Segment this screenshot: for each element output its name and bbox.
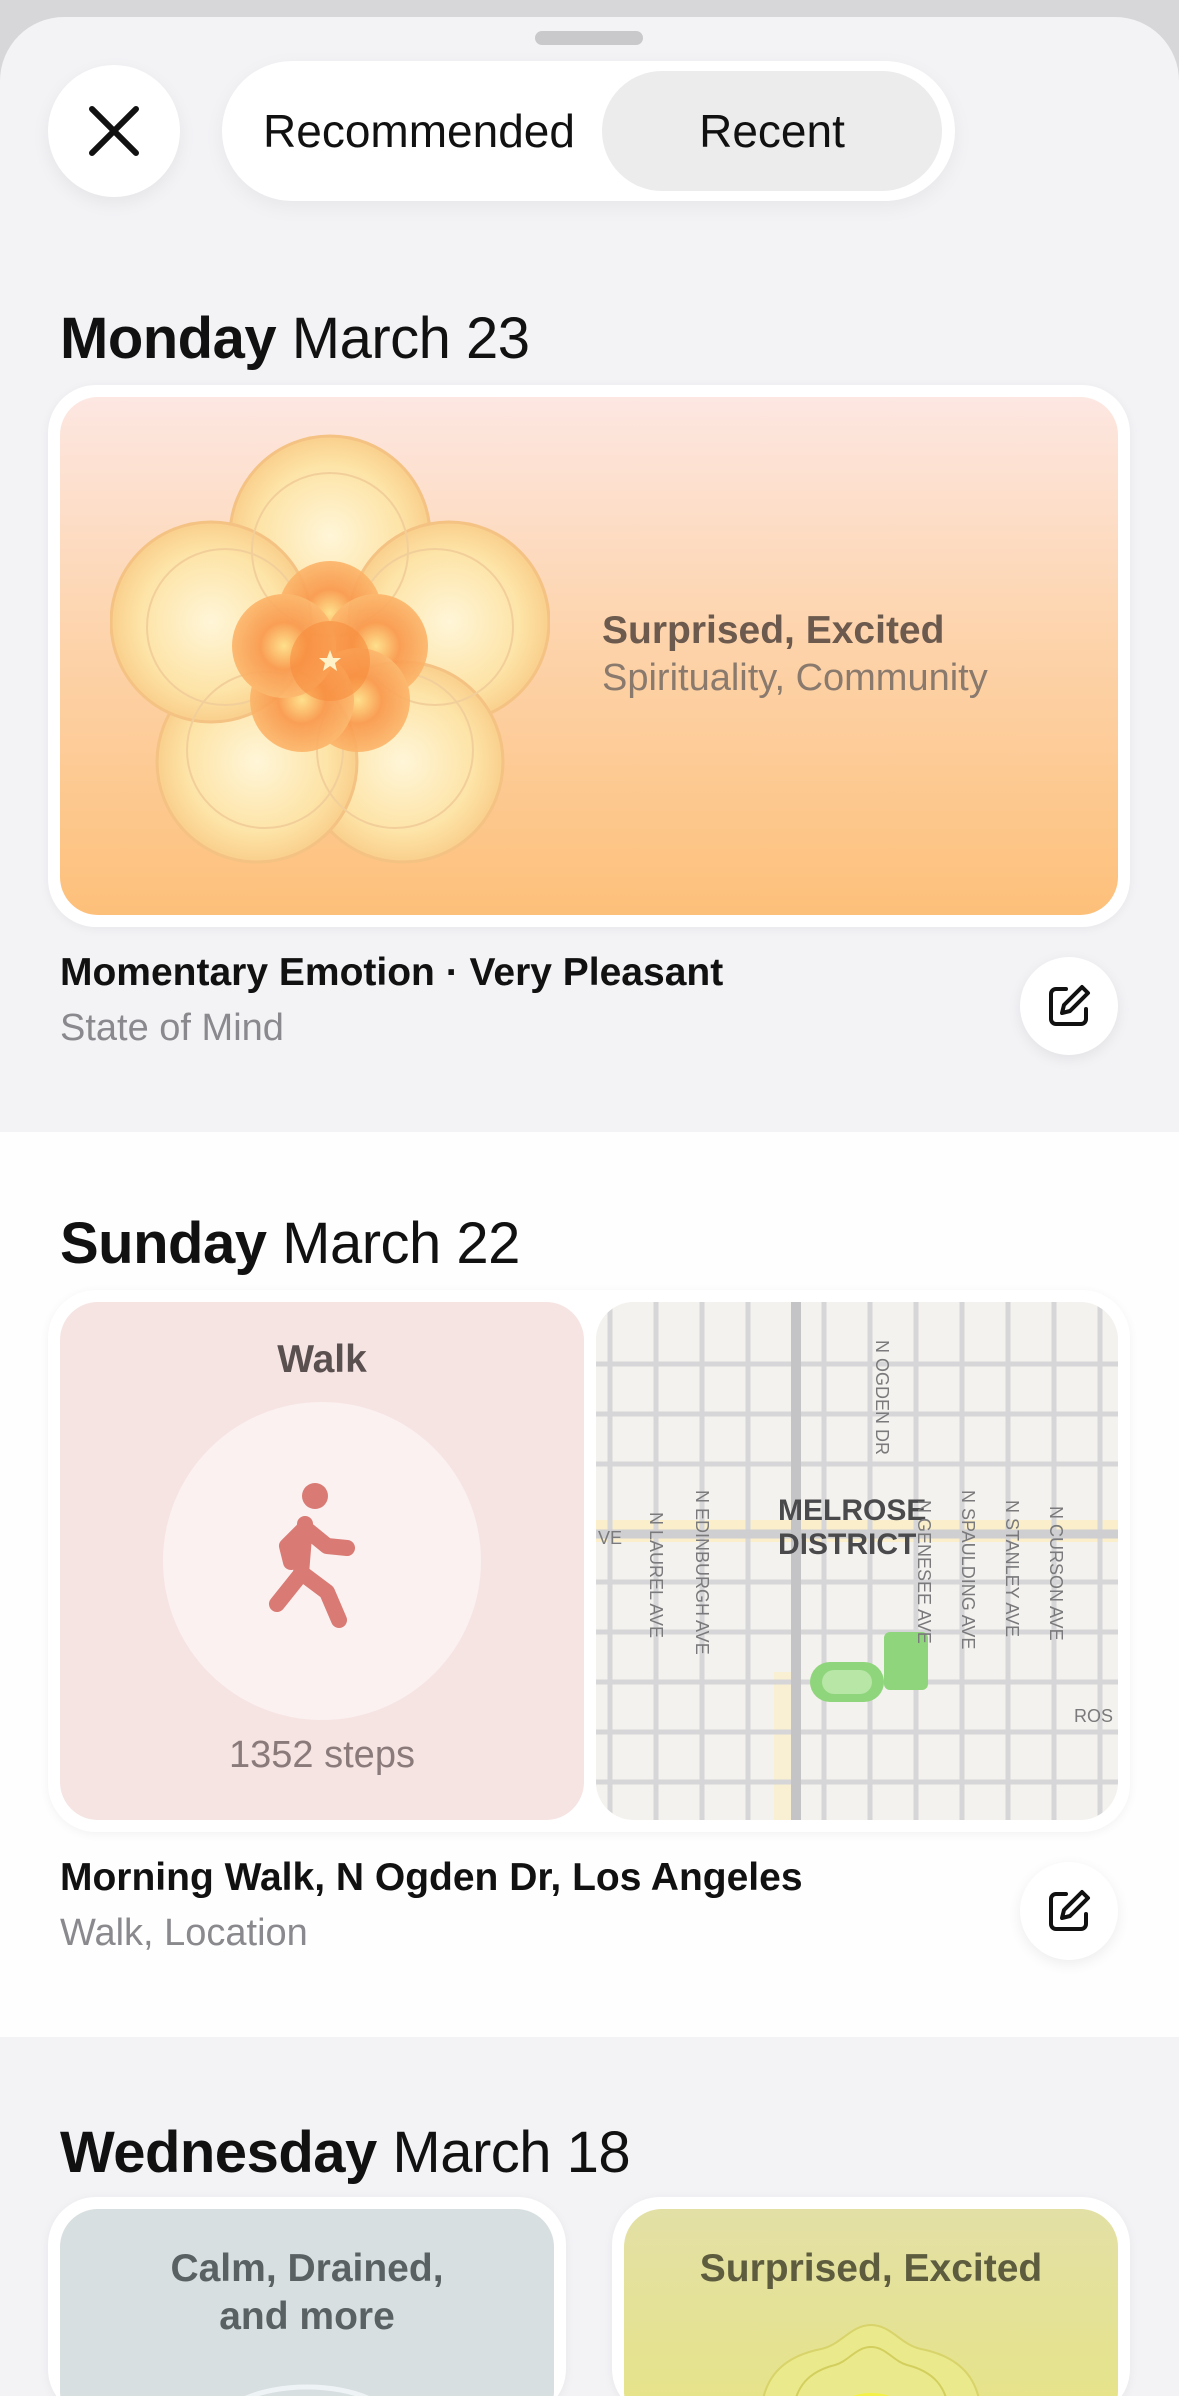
street-label: N GENESEE AVE xyxy=(914,1500,934,1644)
view-segmented-control: Recommended Recent xyxy=(222,61,955,201)
edit-button[interactable] xyxy=(1020,957,1118,1055)
day-date: March 23 xyxy=(291,306,530,371)
section-date-sunday: Sunday March 22 xyxy=(60,1210,520,1277)
close-icon xyxy=(89,106,139,156)
day-date: March 18 xyxy=(392,2120,631,2185)
street-label: N LAUREL AVE xyxy=(646,1512,666,1638)
walk-card-frame[interactable]: Walk 1352 steps MELROSE DISTRICT N OGDEN… xyxy=(48,1290,1130,1832)
day-name: Monday xyxy=(60,306,277,371)
entry-subtitle: Walk, Location xyxy=(60,1912,308,1954)
mood-label-line1: Surprised, Excited xyxy=(699,2247,1043,2290)
entry-subtitle: State of Mind xyxy=(60,1007,284,1049)
street-label: N STANLEY AVE xyxy=(1002,1500,1022,1637)
street-label: ROS xyxy=(1074,1706,1113,1726)
map-district-line2: DISTRICT xyxy=(778,1528,916,1561)
street-label: N CURSON AVE xyxy=(1046,1506,1066,1641)
calm-mood-card: Calm, Drained, and more xyxy=(60,2209,554,2396)
recent-sheet: Recommended Recent Monday March 23 Surpr… xyxy=(0,17,1179,2396)
calm-card-frame[interactable]: Calm, Drained, and more xyxy=(48,2197,566,2396)
section-wednesday: Wednesday March 18 Calm, Drained, and mo… xyxy=(0,2037,1179,2396)
section-date-wednesday: Wednesday March 18 xyxy=(60,2119,631,2186)
street-label: N EDINBURGH AVE xyxy=(692,1490,712,1655)
day-name: Wednesday xyxy=(60,2120,377,2185)
tab-recommended[interactable]: Recommended xyxy=(234,71,604,191)
street-map: MELROSE DISTRICT N OGDEN DR N LAUREL AVE… xyxy=(596,1302,1118,1820)
day-name: Sunday xyxy=(60,1211,267,1276)
street-label: N SPAULDING AVE xyxy=(958,1490,978,1649)
location-map[interactable]: MELROSE DISTRICT N OGDEN DR N LAUREL AVE… xyxy=(596,1302,1118,1820)
walking-person-icon xyxy=(269,1483,355,1628)
excited-shape-icon xyxy=(762,2323,980,2396)
mood-primary-label: Surprised, Excited xyxy=(602,609,945,652)
entry-title: Momentary Emotion · Very Pleasant xyxy=(60,951,724,994)
edit-icon xyxy=(1049,1890,1090,1931)
mood-secondary-label: Spirituality, Community xyxy=(602,657,988,699)
edit-icon xyxy=(1049,985,1090,1026)
mood-label-line2: and more xyxy=(219,2295,395,2338)
excited-mood-card: Surprised, Excited xyxy=(624,2209,1118,2396)
entry-title: Morning Walk, N Ogden Dr, Los Angeles xyxy=(60,1856,803,1899)
section-date-monday: Monday March 23 xyxy=(60,305,530,372)
mood-label-line1: Calm, Drained, xyxy=(170,2247,444,2290)
edit-button[interactable] xyxy=(1020,1862,1118,1960)
sheet-grabber[interactable] xyxy=(535,31,643,45)
calm-shape-icon xyxy=(244,2384,370,2396)
walk-steps: 1352 steps xyxy=(229,1734,415,1776)
flower-icon xyxy=(110,434,550,864)
state-of-mind-card: Surprised, Excited Spirituality, Communi… xyxy=(60,397,1118,915)
close-button[interactable] xyxy=(48,65,180,197)
walk-label: Walk xyxy=(277,1338,367,1381)
tab-recent[interactable]: Recent xyxy=(602,71,942,191)
section-monday: Monday March 23 Surprised, Excited Spiri… xyxy=(0,267,1179,1132)
street-label: N OGDEN DR xyxy=(872,1340,892,1455)
street-label: VE xyxy=(598,1528,622,1548)
mood-card-frame[interactable]: Surprised, Excited Spirituality, Communi… xyxy=(48,385,1130,927)
excited-card-frame[interactable]: Surprised, Excited xyxy=(612,2197,1130,2396)
map-district-line1: MELROSE xyxy=(778,1494,926,1527)
day-date: March 22 xyxy=(282,1211,520,1276)
walk-card: Walk 1352 steps xyxy=(60,1302,584,1820)
walk-icon-circle xyxy=(163,1402,481,1720)
section-sunday: Sunday March 22 Walk 1352 steps MELROSE … xyxy=(0,1132,1179,2037)
